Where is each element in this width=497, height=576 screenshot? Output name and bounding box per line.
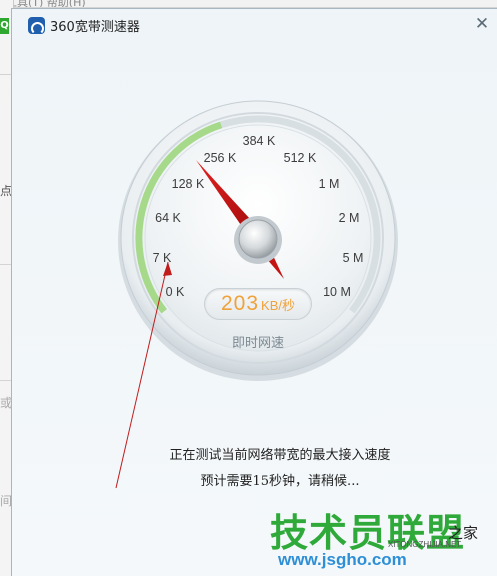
speed-caption: 即时网速 [231,336,284,351]
status-message: 正在测试当前网络带宽的最大接入速度 [169,448,391,463]
speed-value: 203 [220,292,260,315]
needle-hub [238,219,278,259]
gauge-tick-label: 2 M [339,211,360,225]
gauge-tick-label: 5 M [343,251,364,265]
status-eta: 预计需要15秒钟，请稍候... [200,474,360,489]
gauge-tick-label: 0 K [166,285,185,299]
speed-readout: 203 KB/秒 [204,288,312,320]
gauge-tick-label: 384 K [243,134,276,148]
gauge-tick-label: 128 K [172,177,205,191]
watermark-site-url: www.jsgho.com [278,550,407,569]
screenshot-stage: 工具(T) 帮助(H) Q 点 或 间 360宽带测速器 ✕ 0 K 7 K 6… [0,0,497,576]
gauge-tick-label: 64 K [155,211,181,225]
site-watermark: 技术员联盟 之家 XITONGZHIJIA.NET www.jsgho.com [270,512,497,576]
watermark-small-text: XITONGZHIJIA.NET [388,540,462,549]
gauge-tick-label: 10 M [323,285,351,299]
gauge-tick-label: 256 K [204,151,237,165]
gauge-tick-label: 7 K [153,251,172,265]
gauge-tick-label: 512 K [284,151,317,165]
gauge-tick-label: 1 M [319,177,340,191]
speed-unit: KB/秒 [261,298,295,313]
